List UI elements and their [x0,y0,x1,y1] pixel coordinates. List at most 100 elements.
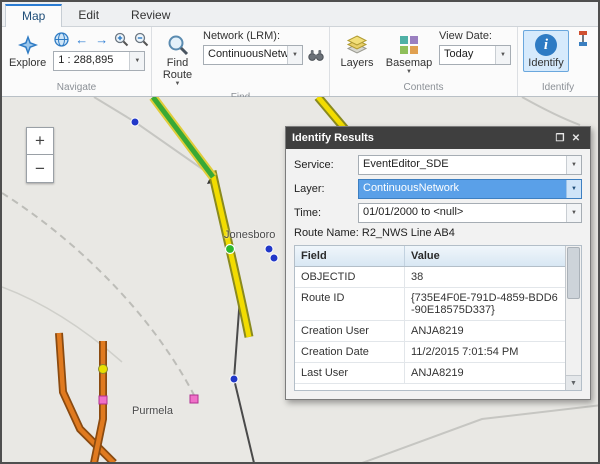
scale-combobox[interactable]: 1 : 288,895 ▼ [53,51,145,71]
chevron-down-icon[interactable]: ▼ [495,46,510,64]
find-route-button[interactable]: Find Route ▼ [157,30,198,91]
attributes-table: Field Value OBJECTID 38 Route ID {735E4F… [294,245,582,391]
scrollbar-thumb[interactable] [567,247,580,299]
group-identify: i Identify Identify [518,27,598,96]
tab-map[interactable]: Map [5,4,62,27]
service-label: Service: [294,159,358,171]
network-value: ContinuousNetwork [204,46,287,64]
close-icon[interactable]: ✕ [568,130,584,146]
route-location-tool-icon[interactable] [574,30,591,47]
layer-combobox[interactable]: ContinuousNetwork ▼ [358,179,582,199]
explore-button[interactable]: Explore [7,30,48,72]
cell-value: ANJA8219 [405,363,565,383]
identify-results-panel: Identify Results ❐ ✕ Service: EventEdito… [285,126,591,400]
yellow-point-marker[interactable] [99,365,108,374]
blue-point-marker[interactable] [270,254,278,262]
view-date-value: Today [440,46,495,64]
map-zoom-in-button[interactable]: + [26,127,54,155]
scrollbar-down-icon[interactable]: ▼ [566,375,581,390]
route-name-label: Route Name: [294,227,359,239]
find-route-label-2: Route [163,69,192,81]
identify-label: Identify [528,57,563,69]
ribbon-tabbar: Map Edit Review [2,2,598,27]
cell-field: Creation User [295,321,405,341]
layer-value: ContinuousNetwork [359,180,566,198]
maximize-icon[interactable]: ❐ [552,130,568,146]
chevron-down-icon: ▼ [175,81,181,88]
zoom-out-icon[interactable] [133,31,150,48]
chevron-down-icon[interactable]: ▼ [566,180,581,198]
identify-results-titlebar[interactable]: Identify Results ❐ ✕ [286,127,590,149]
find-route-magnifier-icon [167,33,189,57]
map-zoom-out-button[interactable]: − [26,155,54,183]
network-combobox[interactable]: ContinuousNetwork ▼ [203,45,303,65]
table-row[interactable]: Creation User ANJA8219 [295,321,565,342]
blue-point-marker[interactable] [230,375,238,383]
route-name-line: Route Name: R2_NWS Line AB4 [294,227,582,239]
binoculars-icon[interactable] [307,47,324,64]
table-header-row: Field Value [295,246,565,267]
cell-field: Creation Date [295,342,405,362]
green-point-marker[interactable] [226,245,235,254]
view-date-combobox[interactable]: Today ▼ [439,45,511,65]
service-combobox[interactable]: EventEditor_SDE ▼ [358,155,582,175]
pink-square-marker[interactable] [190,395,198,403]
identify-info-icon: i [535,33,557,57]
cell-value: {735E4F0E-791D-4859-BDD6-90E18575D337} [405,288,565,320]
cell-value: 38 [405,267,565,287]
view-date-label: View Date: [439,30,512,42]
chevron-down-icon[interactable]: ▼ [566,204,581,222]
identify-results-body: Service: EventEditor_SDE ▼ Layer: Contin… [286,149,590,399]
layers-button[interactable]: Layers [335,30,379,72]
layer-label: Layer: [294,183,358,195]
time-label: Time: [294,207,358,219]
cell-field: Route ID [295,288,405,320]
map-viewport[interactable]: Jonesboro Purmela + − Identify Results ❐… [2,97,598,462]
basemap-button[interactable]: Basemap ▼ [384,30,434,79]
place-label-purmela: Purmela [132,405,173,417]
layers-icon [346,33,368,57]
next-extent-icon[interactable]: → [93,31,110,48]
table-row[interactable]: Creation Date 11/2/2015 7:01:54 PM [295,342,565,363]
chevron-down-icon[interactable]: ▼ [129,52,144,70]
tab-edit[interactable]: Edit [62,4,115,26]
place-label-jonesboro: Jonesboro [224,229,275,241]
column-header-field: Field [295,246,405,266]
group-contents: Layers Basemap ▼ View Date: Today ▼ [330,27,518,96]
map-zoom-control: + − [26,127,54,183]
road-line [362,405,598,462]
table-row[interactable]: Route ID {735E4F0E-791D-4859-BDD6-90E185… [295,288,565,321]
time-combobox[interactable]: 01/01/2000 to <null> ▼ [358,203,582,223]
pink-square-marker[interactable] [99,396,107,404]
column-header-value: Value [405,246,565,266]
route-green-line[interactable] [153,97,213,177]
time-value: 01/01/2000 to <null> [359,204,566,222]
group-label-contents: Contents [330,81,517,96]
blue-point-marker[interactable] [265,245,273,253]
previous-extent-icon[interactable]: ← [73,31,90,48]
app-window: Map Edit Review Explore ← [0,0,600,464]
chevron-down-icon[interactable]: ▼ [566,156,581,174]
navigate-tools: ← → [53,30,150,48]
road-line [522,97,580,125]
cell-field: Last User [295,363,405,383]
scale-value: 1 : 288,895 [54,52,129,70]
zoom-in-icon[interactable] [113,31,130,48]
table-scrollbar[interactable]: ▼ [565,246,581,390]
cell-value: ANJA8219 [405,321,565,341]
group-find: Find Route ▼ Network (LRM): ContinuousNe… [152,27,330,96]
group-navigate: Explore ← → [2,27,152,96]
table-row[interactable]: Last User ANJA8219 [295,363,565,384]
identify-button[interactable]: i Identify [523,30,569,72]
blue-point-marker[interactable] [131,118,139,126]
cell-value: 11/2/2015 7:01:54 PM [405,342,565,362]
tab-review[interactable]: Review [115,4,186,26]
panel-title-text: Identify Results [292,132,374,144]
chevron-down-icon[interactable]: ▼ [287,46,302,64]
full-extent-globe-icon[interactable] [53,31,70,48]
explore-compass-icon [17,33,39,57]
network-lrm-label: Network (LRM): [203,30,324,42]
route-name-value: R2_NWS Line AB4 [362,227,455,239]
table-row[interactable]: OBJECTID 38 [295,267,565,288]
road-line [94,97,208,173]
